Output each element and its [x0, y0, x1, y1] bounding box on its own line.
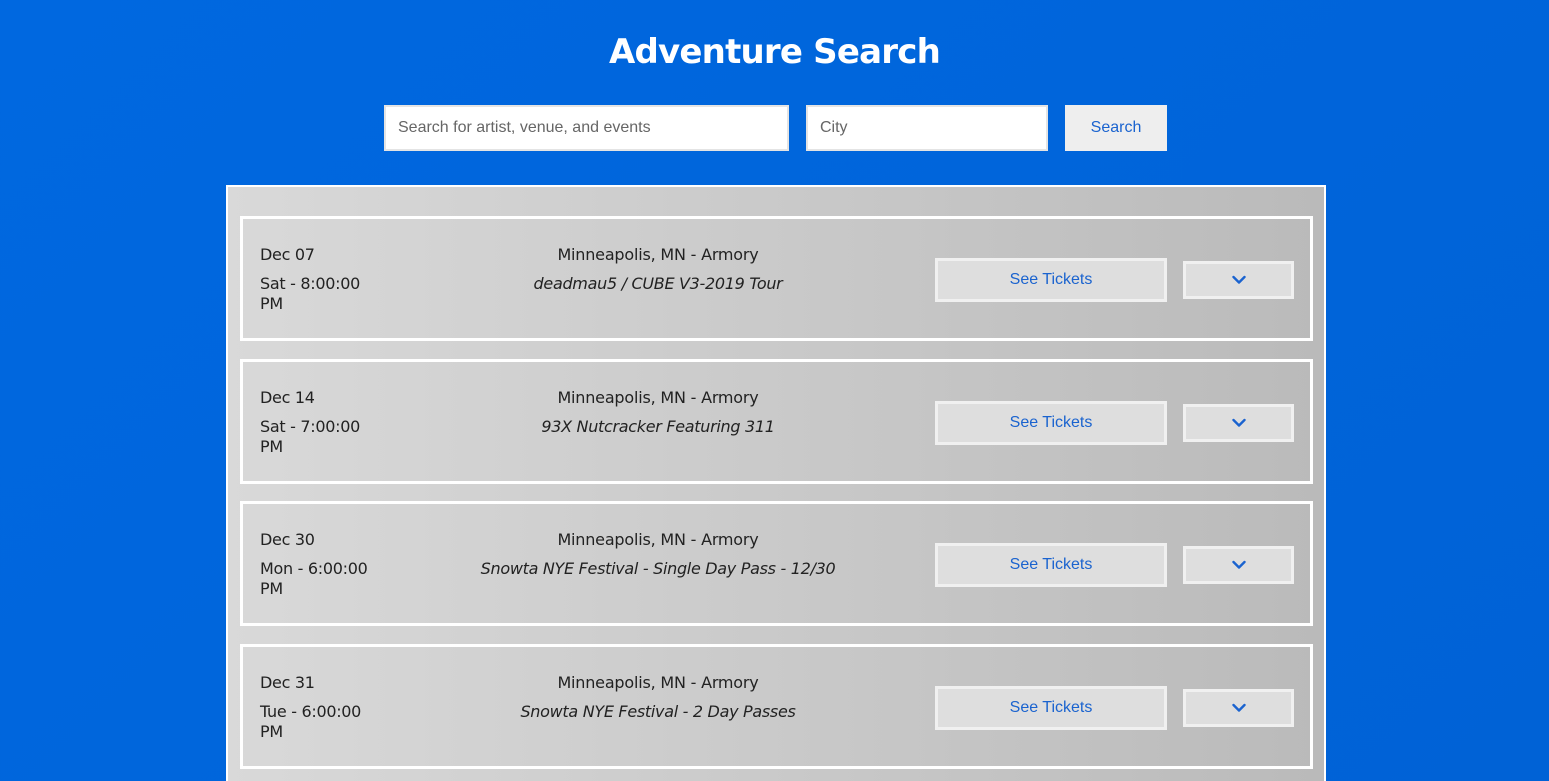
results-panel: Dec 07 Sat - 8:00:00 PM Minneapolis, MN … [226, 185, 1326, 781]
event-time: Sat - 8:00:00 PM [260, 274, 360, 313]
expand-event-button[interactable] [1183, 689, 1294, 727]
event-card: Dec 07 Sat - 8:00:00 PM Minneapolis, MN … [240, 216, 1313, 341]
page-title: Adventure Search [608, 32, 941, 72]
city-input[interactable] [806, 105, 1048, 151]
event-venue: Minneapolis, MN - Armory [557, 388, 759, 407]
expand-event-button[interactable] [1183, 546, 1294, 584]
expand-event-button[interactable] [1183, 404, 1294, 442]
event-name: Snowta NYE Festival - 2 Day Passes [520, 702, 796, 721]
see-tickets-button[interactable]: See Tickets [935, 543, 1167, 587]
event-date: Dec 31 [260, 673, 315, 692]
search-button[interactable]: Search [1065, 105, 1167, 151]
event-time: Sat - 7:00:00 PM [260, 417, 360, 456]
event-card: Dec 31 Tue - 6:00:00 PM Minneapolis, MN … [240, 644, 1313, 769]
see-tickets-button[interactable]: See Tickets [935, 401, 1167, 445]
chevron-down-icon [1231, 418, 1246, 427]
event-time: Tue - 6:00:00 PM [260, 702, 362, 741]
event-card: Dec 14 Sat - 7:00:00 PM Minneapolis, MN … [240, 359, 1313, 484]
event-name: 93X Nutcracker Featuring 311 [541, 417, 775, 436]
event-venue: Minneapolis, MN - Armory [557, 245, 759, 264]
event-venue: Minneapolis, MN - Armory [557, 673, 759, 692]
see-tickets-button[interactable]: See Tickets [935, 686, 1167, 730]
event-name: deadmau5 / CUBE V3-2019 Tour [533, 274, 783, 293]
event-card: Dec 30 Mon - 6:00:00 PM Minneapolis, MN … [240, 501, 1313, 626]
event-date: Dec 30 [260, 530, 315, 549]
event-date: Dec 14 [260, 388, 315, 407]
chevron-down-icon [1231, 703, 1246, 712]
event-venue: Minneapolis, MN - Armory [557, 530, 759, 549]
expand-event-button[interactable] [1183, 261, 1294, 299]
search-input[interactable] [384, 105, 789, 151]
event-name: Snowta NYE Festival - Single Day Pass - … [480, 559, 836, 578]
chevron-down-icon [1231, 275, 1246, 284]
see-tickets-button[interactable]: See Tickets [935, 258, 1167, 302]
event-time: Mon - 6:00:00 PM [260, 559, 368, 598]
event-date: Dec 07 [260, 245, 315, 264]
chevron-down-icon [1231, 560, 1246, 569]
